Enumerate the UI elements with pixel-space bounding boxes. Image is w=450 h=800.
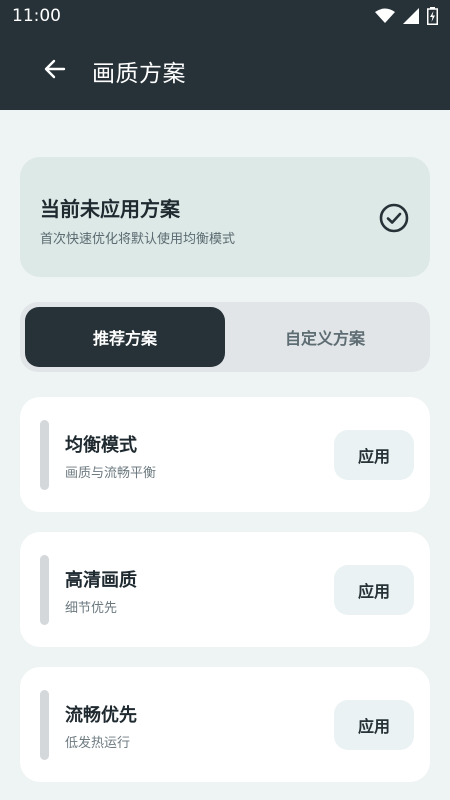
- plan-name: 高清画质: [65, 570, 137, 591]
- arrow-left-icon: [44, 58, 66, 84]
- tab-custom[interactable]: 自定义方案: [225, 307, 425, 367]
- back-button[interactable]: [32, 48, 78, 94]
- battery-charging-icon: [427, 7, 438, 25]
- check-circle-icon: [378, 202, 410, 234]
- plan-tabs: 推荐方案 自定义方案: [20, 302, 430, 372]
- current-plan-title: 当前未应用方案: [40, 197, 180, 221]
- plan-description: 低发热运行: [65, 736, 131, 751]
- tab-recommended[interactable]: 推荐方案: [25, 307, 225, 367]
- apply-button[interactable]: 应用: [334, 430, 414, 480]
- current-plan-card: 当前未应用方案 首次快速优化将默认使用均衡模式: [20, 157, 430, 277]
- plan-card-balanced: 均衡模式 画质与流畅平衡 应用: [20, 397, 430, 512]
- plan-description: 细节优先: [65, 601, 118, 616]
- plan-card-hd: 高清画质 细节优先 应用: [20, 532, 430, 647]
- plan-accent-bar: [40, 690, 49, 760]
- plan-accent-bar: [40, 555, 49, 625]
- app-bar: 画质方案: [0, 32, 450, 110]
- status-time: 11:00: [12, 6, 61, 26]
- status-bar: 11:00: [0, 0, 450, 32]
- cellular-signal-icon: [403, 8, 419, 24]
- plan-name: 流畅优先: [65, 705, 137, 726]
- apply-button[interactable]: 应用: [334, 700, 414, 750]
- status-icons: [375, 7, 438, 25]
- apply-button[interactable]: 应用: [334, 565, 414, 615]
- current-plan-subtitle: 首次快速优化将默认使用均衡模式: [40, 232, 236, 247]
- plan-accent-bar: [40, 420, 49, 490]
- plan-name: 均衡模式: [65, 435, 137, 456]
- plan-description: 画质与流畅平衡: [65, 466, 157, 481]
- page-title: 画质方案: [92, 61, 186, 87]
- plan-card-smooth: 流畅优先 低发热运行 应用: [20, 667, 430, 782]
- wifi-icon: [375, 8, 395, 24]
